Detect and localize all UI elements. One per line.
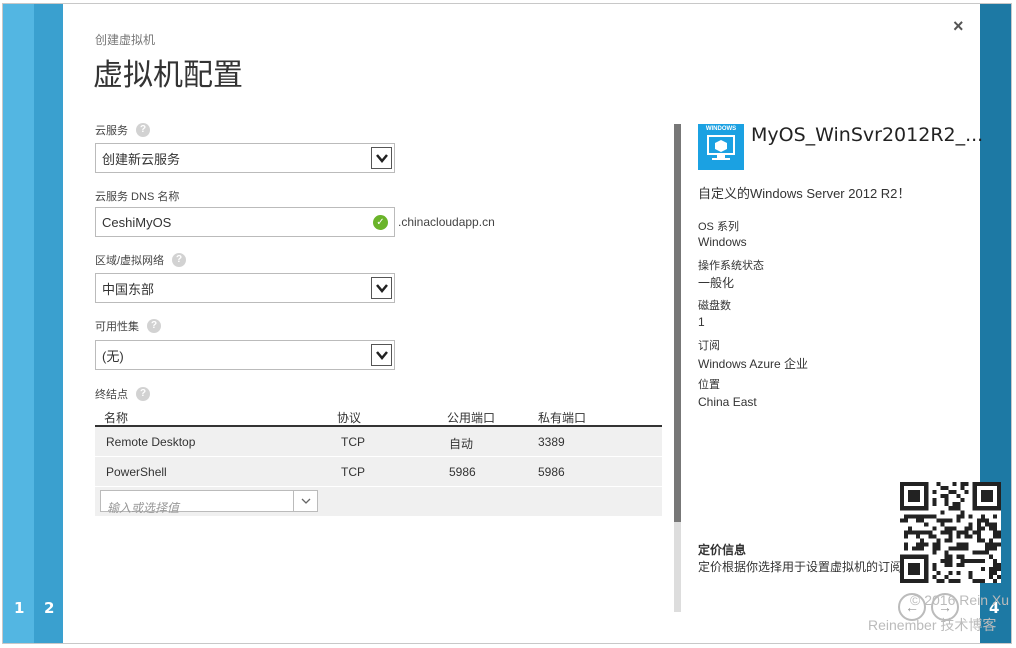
pricing-text: 定价根据你选择用于设置虚拟机的订阅而...	[698, 560, 925, 574]
chevron-down-icon[interactable]	[293, 491, 317, 511]
column-header-name: 名称	[104, 411, 129, 425]
cell-protocol: TCP	[341, 465, 365, 479]
field-value: 一般化	[698, 276, 735, 290]
field-label: 操作系统状态	[698, 260, 764, 272]
dns-name-label: 云服务 DNS 名称	[95, 191, 180, 203]
region-select[interactable]: 中国东部	[95, 273, 395, 303]
availability-set-label-row: 可用性集 ?	[95, 318, 161, 334]
windows-logo-icon: WINDOWS	[698, 124, 744, 170]
help-icon[interactable]: ?	[136, 387, 150, 401]
image-name: MyOS_WinSvr2012R2_...	[751, 124, 984, 146]
region-label: 区域/虚拟网络	[95, 255, 165, 267]
table-row[interactable]: PowerShell TCP 5986 5986	[95, 457, 662, 487]
cloud-service-label: 云服务	[95, 125, 128, 137]
step-2-tab[interactable]: 2	[34, 4, 63, 643]
availability-set-select[interactable]: (无)	[95, 340, 395, 370]
help-icon[interactable]: ?	[172, 253, 187, 267]
field-label: 磁盘数	[698, 300, 731, 312]
cell-public-port: 自动	[449, 437, 474, 451]
endpoints-table: 名称 协议 公用端口 私有端口 Remote Desktop TCP 自动 33…	[95, 408, 662, 517]
table-row[interactable]: Remote Desktop TCP 自动 3389	[95, 427, 662, 457]
cell-name: PowerShell	[106, 465, 167, 479]
chevron-down-icon[interactable]	[371, 147, 392, 169]
close-icon[interactable]: ×	[953, 16, 964, 37]
endpoints-label-row: 终结点 ?	[95, 386, 150, 402]
cell-name: Remote Desktop	[106, 435, 196, 449]
field-value: Windows Azure 企业	[698, 357, 809, 371]
cell-public-port: 5986	[449, 465, 476, 479]
region-label-row: 区域/虚拟网络 ?	[95, 252, 187, 268]
scrollbar[interactable]	[674, 124, 681, 612]
wizard-dialog: 1 2 4 × 创建虚拟机 虚拟机配置 云服务 ? 创建新云服务 云服务 DNS…	[2, 3, 1012, 644]
logo-text: WINDOWS	[705, 126, 737, 132]
column-header-private-port: 私有端口	[538, 411, 587, 425]
column-header-protocol: 协议	[337, 411, 362, 425]
region-value: 中国东部	[102, 281, 155, 297]
scrollbar-thumb[interactable]	[674, 124, 681, 522]
dns-suffix: .chinacloudapp.cn	[398, 215, 495, 229]
field-value: 1	[698, 315, 705, 329]
help-icon[interactable]: ?	[136, 123, 150, 137]
field-value: China East	[698, 395, 757, 409]
cell-private-port: 3389	[538, 435, 565, 449]
check-icon: ✓	[373, 215, 388, 230]
image-description: 自定义的Windows Server 2012 R2！	[698, 186, 911, 201]
field-label: 位置	[698, 379, 720, 391]
chevron-down-icon[interactable]	[371, 344, 392, 366]
dns-name-value: CeshiMyOS	[102, 214, 172, 230]
availability-set-value: (无)	[102, 348, 124, 364]
step-1-tab[interactable]: 1	[3, 4, 34, 643]
endpoints-label: 终结点	[95, 389, 128, 401]
page-title: 虚拟机配置	[93, 58, 243, 93]
endpoint-placeholder: 输入或选择值	[107, 501, 180, 515]
dns-name-label-row: 云服务 DNS 名称	[95, 188, 179, 204]
cell-private-port: 5986	[538, 465, 565, 479]
cloud-service-value: 创建新云服务	[102, 151, 181, 167]
watermark-blog: Reinember 技术博客	[868, 617, 997, 633]
step-1-number: 1	[14, 599, 25, 617]
breadcrumb: 创建虚拟机	[95, 33, 156, 47]
endpoint-input-row: 输入或选择值	[95, 487, 662, 517]
cell-protocol: TCP	[341, 435, 365, 449]
help-icon[interactable]: ?	[147, 319, 161, 333]
table-header: 名称 协议 公用端口 私有端口	[95, 408, 662, 427]
column-header-public-port: 公用端口	[447, 411, 496, 425]
dns-name-input[interactable]: CeshiMyOS ✓	[95, 207, 395, 237]
field-label: 订阅	[698, 340, 720, 352]
cloud-service-label-row: 云服务 ?	[95, 122, 150, 138]
chevron-down-icon[interactable]	[371, 277, 392, 299]
endpoint-combobox[interactable]: 输入或选择值	[100, 490, 318, 515]
availability-set-label: 可用性集	[95, 321, 139, 333]
field-label: OS 系列	[698, 221, 739, 233]
qr-code-icon	[900, 482, 1001, 583]
step-2-number: 2	[44, 599, 55, 617]
field-value: Windows	[698, 235, 747, 249]
watermark-copyright: © 2016 Rein Xu	[910, 592, 1010, 608]
cloud-service-select[interactable]: 创建新云服务	[95, 143, 395, 173]
